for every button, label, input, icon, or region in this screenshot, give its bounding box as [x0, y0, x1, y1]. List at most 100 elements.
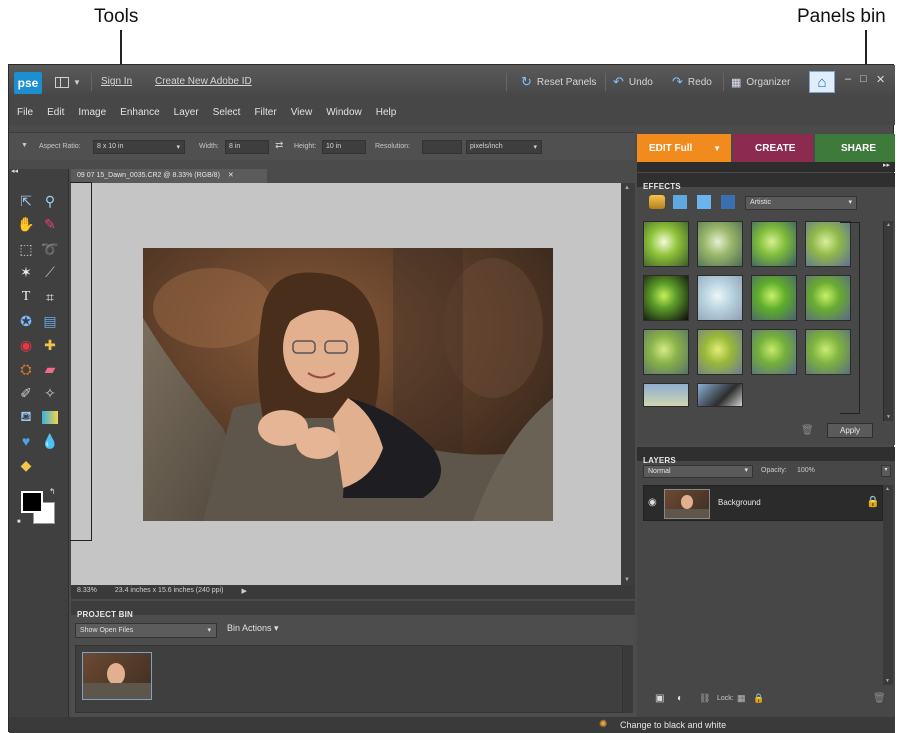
opacity-dropdown[interactable]: ▾	[881, 465, 891, 477]
effect-thumbnail[interactable]	[643, 275, 689, 321]
effect-thumbnail[interactable]	[697, 221, 743, 267]
options-menu-icon[interactable]: ▼	[21, 142, 28, 149]
collapse-panels-icon[interactable]: ▸▸	[883, 161, 890, 169]
trash-icon[interactable]: 🗑	[801, 425, 814, 436]
width-input[interactable]: 8 in	[225, 140, 269, 154]
create-adobe-id-link[interactable]: Create New Adobe ID	[155, 76, 252, 87]
document-tab[interactable]: 09 07 15_Dawn_0035.CR2 @ 8.33% (RGB/8) ✕	[71, 169, 267, 183]
status-menu-icon[interactable]: ▶	[241, 587, 246, 597]
effect-thumbnail[interactable]	[643, 329, 689, 375]
maximize-icon[interactable]: □	[860, 73, 867, 85]
reset-panels-button[interactable]: ↻ Reset Panels	[521, 73, 596, 91]
effect-thumbnail[interactable]	[751, 329, 797, 375]
foreground-color-swatch[interactable]	[21, 491, 43, 513]
menu-image[interactable]: Image	[78, 107, 106, 118]
aspect-ratio-select[interactable]: 8 x 10 in ▾	[93, 140, 185, 154]
apply-button[interactable]: Apply	[827, 423, 873, 438]
effects-all-icon[interactable]	[721, 195, 735, 209]
zoom-tool-icon[interactable]: ⚲	[39, 191, 61, 211]
opacity-value[interactable]: 100%	[797, 467, 815, 474]
red-eye-tool-icon[interactable]: ◉	[15, 335, 37, 355]
menu-file[interactable]: File	[17, 107, 33, 118]
menu-window[interactable]: Window	[326, 107, 362, 118]
paint-bucket-tool-icon[interactable]: ⛾	[15, 407, 37, 427]
scroll-up-icon[interactable]: ▲	[886, 222, 891, 228]
menu-layer[interactable]: Layer	[174, 107, 199, 118]
minimize-icon[interactable]: –	[845, 73, 851, 85]
image-canvas[interactable]	[71, 183, 621, 585]
menu-select[interactable]: Select	[213, 107, 241, 118]
sponge-tool-icon[interactable]: ◆	[15, 455, 37, 475]
layer-row-background[interactable]: ◉ Background 🔒	[643, 485, 883, 521]
tab-edit-full[interactable]: EDIT Full ▼	[637, 134, 731, 162]
layers-scrollbar[interactable]: ▲ ▼	[883, 485, 893, 685]
swap-icon[interactable]: ⇄	[275, 140, 283, 151]
selection-brush-tool-icon[interactable]: ⟋	[39, 262, 61, 282]
effect-thumbnail[interactable]	[697, 329, 743, 375]
scroll-up-icon[interactable]: ▲	[624, 185, 630, 191]
effects-scrollbar[interactable]: ▲ ▼	[883, 221, 893, 421]
scroll-down-icon[interactable]: ▼	[624, 577, 630, 583]
bin-thumbnail[interactable]	[82, 652, 152, 700]
link-icon[interactable]: ⛓	[699, 693, 710, 704]
organizer-button[interactable]: ▦ Organizer	[731, 73, 790, 91]
sign-in-link[interactable]: Sign In	[101, 76, 132, 87]
cookie-cutter-tool-icon[interactable]: ✪	[15, 311, 37, 331]
undo-button[interactable]: ↶ Undo	[613, 73, 653, 91]
eyedropper-tool-icon[interactable]: ✎	[39, 214, 61, 234]
menu-filter[interactable]: Filter	[254, 107, 276, 118]
layout-dropdown-icon[interactable]: ▼	[73, 78, 81, 87]
tab-create[interactable]: CREATE	[733, 134, 813, 162]
custom-shape-tool-icon[interactable]: ♥	[15, 431, 37, 451]
effects-photo-effects-icon[interactable]	[697, 195, 711, 209]
default-colors-icon[interactable]: ■	[17, 519, 21, 525]
menu-view[interactable]: View	[291, 107, 313, 118]
effect-thumbnail[interactable]	[643, 221, 689, 267]
crop-tool-icon[interactable]: ⌗	[39, 287, 61, 307]
effect-thumbnail[interactable]	[643, 383, 689, 407]
collapse-toolbox-icon[interactable]: ◂◂	[11, 167, 18, 175]
lasso-tool-icon[interactable]: ➰	[39, 239, 61, 259]
bin-actions-menu[interactable]: Bin Actions ▾	[227, 623, 279, 634]
tab-share[interactable]: SHARE	[815, 134, 895, 162]
hand-tool-icon[interactable]: ✋	[15, 214, 37, 234]
swap-colors-icon[interactable]: ↰	[49, 487, 56, 496]
close-document-icon[interactable]: ✕	[228, 172, 234, 179]
blend-mode-select[interactable]: Normal ▾	[643, 465, 753, 478]
menu-enhance[interactable]: Enhance	[120, 107, 159, 118]
canvas-vertical-scrollbar[interactable]: ▲ ▼	[621, 183, 635, 585]
effect-thumbnail[interactable]	[751, 221, 797, 267]
close-icon[interactable]: ✕	[876, 73, 885, 86]
scroll-down-icon[interactable]: ▼	[886, 414, 891, 420]
move-tool-icon[interactable]: ⇱	[15, 191, 37, 211]
eye-icon[interactable]: ◉	[648, 497, 657, 508]
effect-thumbnail[interactable]	[697, 383, 743, 407]
effect-thumbnail[interactable]	[751, 275, 797, 321]
new-layer-icon[interactable]: ▣	[655, 693, 664, 704]
effect-thumbnail[interactable]	[697, 275, 743, 321]
effects-filters-icon[interactable]	[649, 195, 665, 209]
height-input[interactable]: 10 in	[322, 140, 366, 154]
layout-icon[interactable]	[55, 77, 69, 88]
brush-tool-icon[interactable]: ✐	[15, 383, 37, 403]
show-open-files-select[interactable]: Show Open Files ▾	[75, 623, 217, 638]
scroll-up-icon[interactable]: ▲	[885, 486, 890, 492]
healing-brush-tool-icon[interactable]: ✚	[39, 335, 61, 355]
home-button[interactable]: ⌂	[809, 71, 835, 93]
smart-brush-tool-icon[interactable]: ✧	[39, 383, 61, 403]
scroll-down-icon[interactable]: ▼	[885, 678, 890, 684]
straighten-tool-icon[interactable]: ▤	[39, 311, 61, 331]
blur-tool-icon[interactable]: 💧	[39, 431, 61, 451]
resolution-input[interactable]	[422, 140, 462, 154]
effects-styles-icon[interactable]	[673, 195, 687, 209]
menu-edit[interactable]: Edit	[47, 107, 64, 118]
bin-scrollbar[interactable]	[623, 645, 633, 713]
redo-button[interactable]: ↷ Redo	[672, 73, 712, 91]
gradient-tool-icon[interactable]	[39, 407, 61, 427]
eraser-tool-icon[interactable]: ▰	[39, 359, 61, 379]
lock-transparent-icon[interactable]: ▦	[737, 693, 746, 704]
adjustment-layer-icon[interactable]: ◐	[677, 693, 683, 704]
lock-all-icon[interactable]: 🔒	[753, 693, 764, 704]
resolution-unit-select[interactable]: pixels/inch ▾	[466, 140, 542, 154]
type-tool-icon[interactable]: T	[15, 287, 37, 307]
